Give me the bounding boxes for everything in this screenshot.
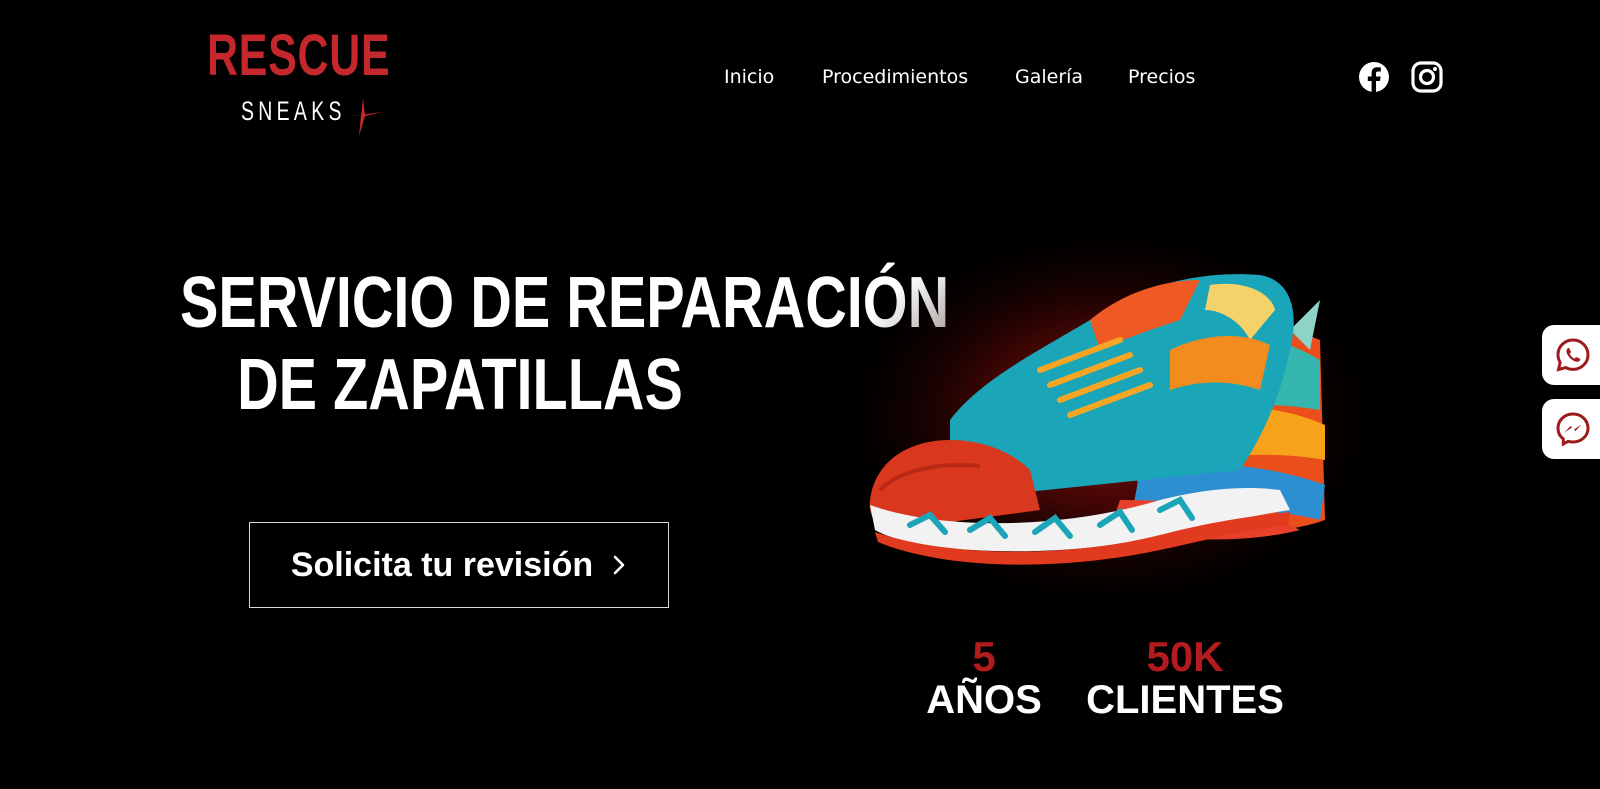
request-review-button[interactable]: Solicita tu revisión	[249, 522, 669, 608]
whatsapp-button[interactable]	[1542, 325, 1600, 385]
logo-cross-icon	[343, 98, 383, 136]
nav-item-inicio[interactable]: Inicio	[724, 62, 774, 92]
facebook-icon[interactable]	[1357, 60, 1391, 94]
stat-clients-value: 50K	[1146, 633, 1224, 680]
sneaker-image	[820, 200, 1390, 610]
messenger-button[interactable]	[1542, 399, 1600, 459]
request-review-label: Solicita tu revisión	[290, 545, 594, 584]
instagram-icon[interactable]	[1410, 60, 1444, 94]
nav-item-precios[interactable]: Precios	[1128, 62, 1195, 92]
hero-title: SERVICIO DE REPARACIÓN DE ZAPATILLAS	[110, 262, 950, 426]
stat-years: 5 AÑOS	[914, 633, 1054, 723]
stat-years-value: 5	[972, 633, 996, 680]
stat-clients-label: CLIENTES	[1086, 678, 1284, 722]
chevron-right-icon	[613, 555, 625, 575]
brand-logo[interactable]: RESCUE SNEAKS	[207, 23, 399, 136]
hero-title-line-2: DE ZAPATILLAS	[237, 345, 683, 425]
nav-item-procedimientos[interactable]: Procedimientos	[822, 62, 968, 92]
logo-wordmark-top: RESCUE	[207, 23, 391, 88]
logo-wordmark-bottom: SNEAKS	[241, 96, 346, 126]
whatsapp-icon	[1556, 338, 1590, 372]
messenger-icon	[1556, 412, 1590, 447]
nav-item-galeria[interactable]: Galería	[1015, 62, 1083, 92]
stat-years-label: AÑOS	[926, 678, 1042, 722]
stat-clients: 50K CLIENTES	[1075, 633, 1295, 723]
hero-title-line-1: SERVICIO DE REPARACIÓN	[180, 263, 950, 343]
